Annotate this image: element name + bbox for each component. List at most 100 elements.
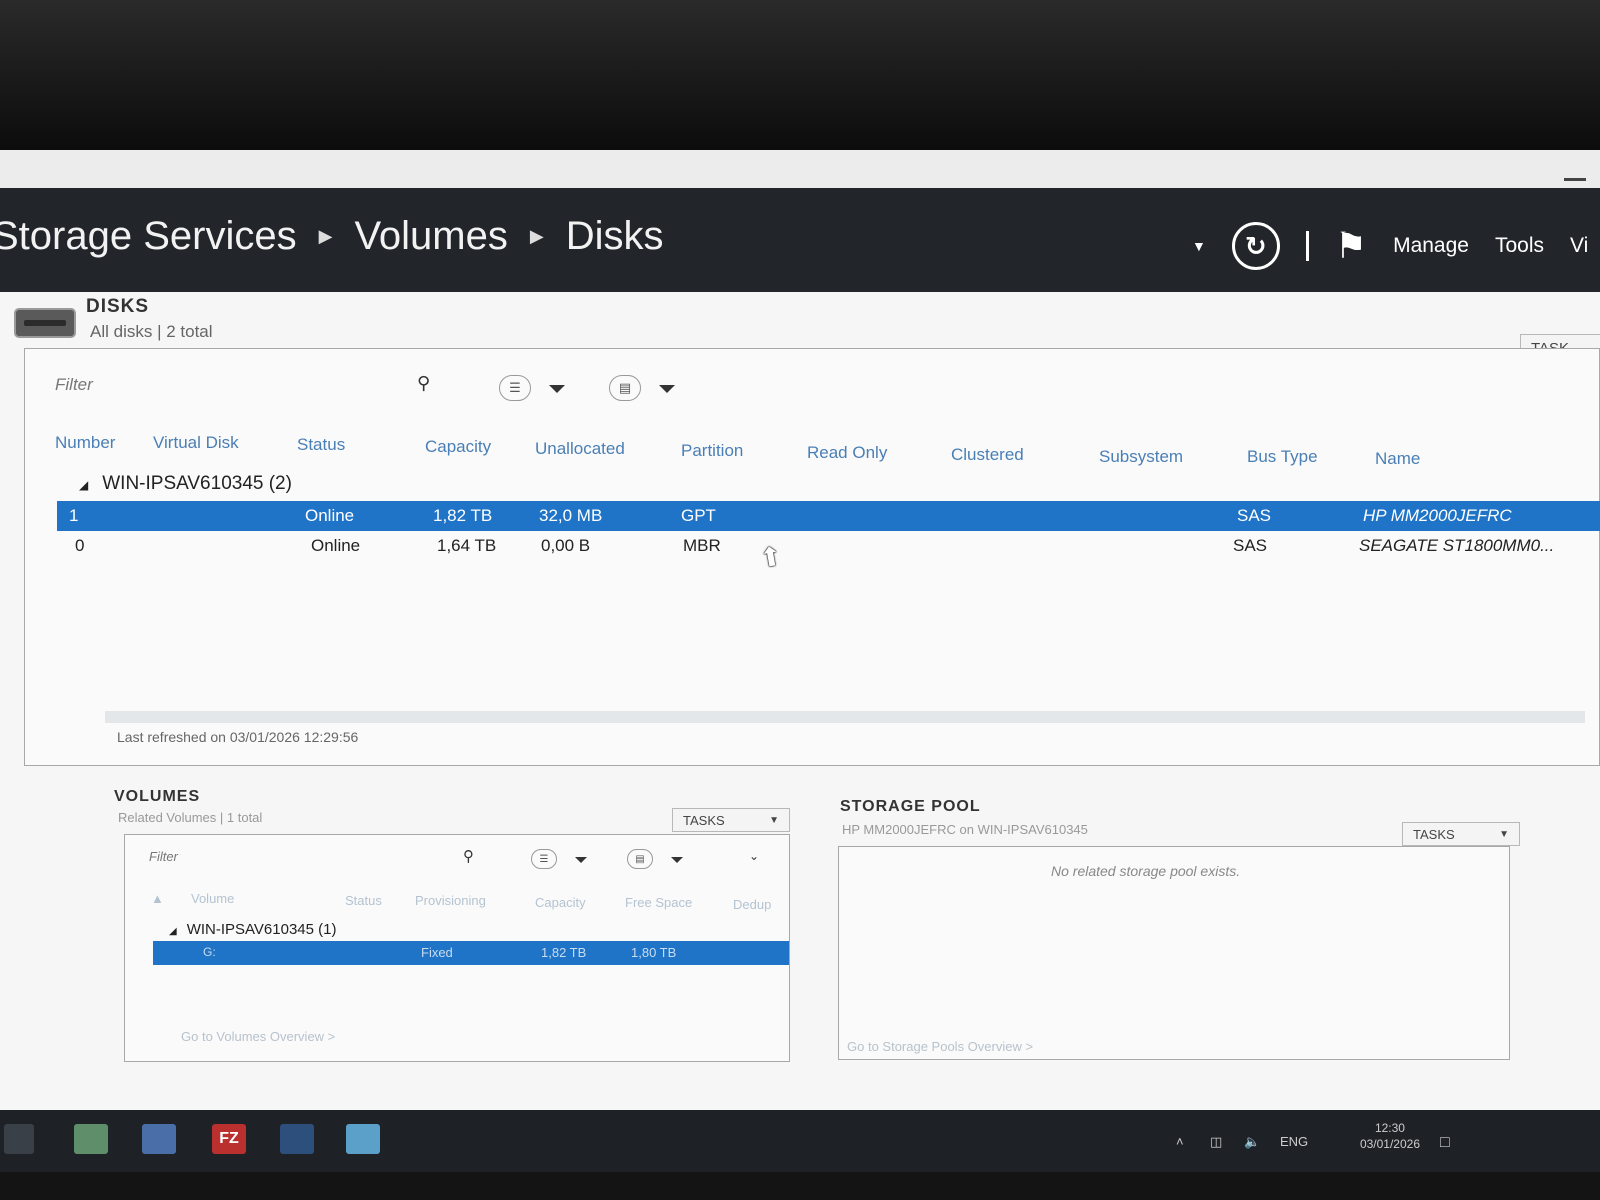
col-provisioning[interactable]: Provisioning (415, 893, 486, 908)
table-row[interactable]: 1 Online 1,82 TB 32,0 MB GPT SAS HP MM20… (57, 501, 1600, 531)
search-icon[interactable]: ⚲ (463, 847, 474, 865)
col-free-space[interactable]: Free Space (625, 895, 692, 910)
cell-capacity: 1,82 TB (541, 945, 587, 960)
disks-panel: Filter ⚲ ☰ ▤ Number Virtual Disk Status … (24, 348, 1600, 766)
chevron-down-icon[interactable] (671, 857, 683, 863)
col-name[interactable]: Name (1375, 449, 1420, 469)
cell-number: 0 (75, 536, 85, 555)
disk-icon (14, 308, 76, 338)
breadcrumb-arrow-icon: ▶ (529, 226, 544, 246)
table-row[interactable]: 0 Online 1,64 TB 0,00 B MBR SAS SEAGATE … (57, 531, 1600, 561)
tray-chevron-icon[interactable]: ˄ (1176, 1134, 1184, 1149)
storage-pool-tasks-button[interactable]: TASKS ▼ (1402, 822, 1520, 846)
app-header: Storage Services ▶ Volumes ▶ Disks ▼ ↻ ⚑… (0, 188, 1600, 292)
cell-unallocated: 0,00 B (541, 536, 591, 555)
menu-tools[interactable]: Tools (1495, 234, 1544, 258)
go-to-storage-pools-link[interactable]: Go to Storage Pools Overview > (847, 1039, 1033, 1054)
cell-status: Online (311, 536, 361, 555)
search-icon[interactable]: ⚲ (417, 373, 430, 394)
notifications-flag-icon[interactable]: ⚑ (1335, 225, 1367, 267)
breadcrumb-storage-services[interactable]: Storage Services (0, 214, 297, 259)
chevron-down-icon[interactable] (659, 385, 675, 393)
col-number[interactable]: Number (55, 433, 115, 453)
col-status[interactable]: Status (297, 435, 345, 455)
cell-bus-type: SAS (1237, 506, 1272, 525)
warning-icon: ▲ (151, 891, 164, 906)
storage-pool-panel: No related storage pool exists. Go to St… (838, 846, 1510, 1060)
col-virtual-disk[interactable]: Virtual Disk (153, 433, 239, 453)
notification-center-icon[interactable]: □ (1440, 1134, 1450, 1152)
history-dropdown-icon[interactable]: ▼ (1192, 238, 1206, 254)
clock-time: 12:30 (1374, 1121, 1405, 1135)
server-group-label: WIN-IPSAV610345 (1) (186, 921, 337, 938)
expand-chevron-icon[interactable]: ⌄ (749, 849, 759, 863)
col-unallocated[interactable]: Unallocated (535, 439, 625, 459)
minimize-button[interactable] (1564, 178, 1586, 181)
language-indicator[interactable]: ENG (1280, 1134, 1308, 1149)
tasks-label: TASKS (683, 812, 725, 828)
storage-pool-title: STORAGE POOL (840, 798, 981, 815)
server-manager-app-icon[interactable] (74, 1124, 108, 1154)
volumes-panel: Filter ⚲ ☰ ▤ ⌄ ▲ Volume Status Provision… (124, 834, 790, 1062)
network-app-icon[interactable] (142, 1124, 176, 1154)
col-bus-type[interactable]: Bus Type (1247, 447, 1318, 467)
header-divider (1305, 231, 1309, 261)
col-subsystem[interactable]: Subsystem (1099, 447, 1183, 467)
cell-unallocated: 32,0 MB (539, 506, 603, 525)
disks-title: DISKS (86, 296, 150, 317)
tasks-label: TASKS (1413, 826, 1455, 842)
cell-name: HP MM2000JEFRC (1363, 506, 1512, 525)
cell-free-space: 1,80 TB (631, 945, 677, 960)
col-clustered[interactable]: Clustered (951, 445, 1024, 465)
chevron-down-icon[interactable] (549, 385, 565, 393)
network-tray-icon[interactable]: ◫ (1210, 1134, 1222, 1150)
save-query-icon[interactable]: ▤ (627, 849, 653, 869)
server-group-row[interactable]: ◢ WIN-IPSAV610345 (2) (79, 473, 292, 495)
col-capacity[interactable]: Capacity (425, 437, 491, 457)
breadcrumb: Storage Services ▶ Volumes ▶ Disks (0, 214, 663, 259)
filezilla-app-icon[interactable]: FZ (212, 1124, 246, 1154)
start-button[interactable] (4, 1124, 34, 1154)
last-refreshed-text: Last refreshed on 03/01/2026 12:29:56 (117, 729, 359, 745)
cell-provisioning: Fixed (421, 945, 453, 960)
col-status[interactable]: Status (345, 893, 382, 908)
col-dedup[interactable]: Dedup (733, 897, 771, 912)
refresh-icon[interactable]: ↻ (1231, 222, 1280, 270)
table-row[interactable]: G: Fixed 1,82 TB 1,80 TB (153, 941, 789, 965)
col-volume[interactable]: Volume (191, 891, 234, 906)
chevron-down-icon[interactable] (575, 857, 587, 863)
clock-date: 03/01/2026 (1359, 1137, 1420, 1151)
cell-volume: G: (203, 945, 216, 959)
explorer-app-icon[interactable] (346, 1124, 380, 1154)
volume-tray-icon[interactable]: 🔈 (1244, 1134, 1260, 1150)
volumes-filter-input[interactable]: Filter (149, 849, 178, 864)
header-actions: ▼ ↻ ⚑ Manage Tools Vi (1192, 222, 1600, 270)
taskbar: FZ ˄ ◫ 🔈 ENG 12:30 03/01/2026 □ (0, 1110, 1600, 1172)
cell-capacity: 1,82 TB (433, 506, 493, 525)
volumes-subtitle: Related Volumes | 1 total (118, 810, 263, 825)
list-options-icon[interactable]: ☰ (499, 375, 531, 401)
cell-name: SEAGATE ST1800MM0... (1359, 536, 1555, 555)
collapse-triangle-icon[interactable]: ◢ (169, 926, 177, 937)
save-query-icon[interactable]: ▤ (609, 375, 641, 401)
server-group-row[interactable]: ◢ WIN-IPSAV610345 (1) (169, 921, 336, 938)
chevron-down-icon: ▼ (769, 814, 779, 826)
breadcrumb-arrow-icon: ▶ (318, 226, 333, 246)
list-options-icon[interactable]: ☰ (531, 849, 557, 869)
disks-filter-input[interactable]: Filter (55, 375, 93, 395)
powershell-app-icon[interactable] (280, 1124, 314, 1154)
volumes-tasks-button[interactable]: TASKS ▼ (672, 808, 790, 832)
system-clock[interactable]: 12:30 03/01/2026 (1360, 1120, 1420, 1152)
col-partition[interactable]: Partition (681, 441, 743, 461)
menu-manage[interactable]: Manage (1393, 234, 1469, 258)
horizontal-scrollbar[interactable] (105, 711, 1585, 723)
cell-partition: GPT (681, 506, 716, 525)
col-read-only[interactable]: Read Only (807, 443, 887, 463)
storage-pool-subtitle: HP MM2000JEFRC on WIN-IPSAV610345 (842, 822, 1088, 837)
col-capacity[interactable]: Capacity (535, 895, 586, 910)
breadcrumb-disks: Disks (565, 214, 664, 258)
breadcrumb-volumes[interactable]: Volumes (354, 214, 507, 259)
collapse-triangle-icon[interactable]: ◢ (79, 478, 88, 492)
menu-view[interactable]: Vi (1570, 234, 1600, 258)
go-to-volumes-link[interactable]: Go to Volumes Overview > (181, 1029, 335, 1044)
